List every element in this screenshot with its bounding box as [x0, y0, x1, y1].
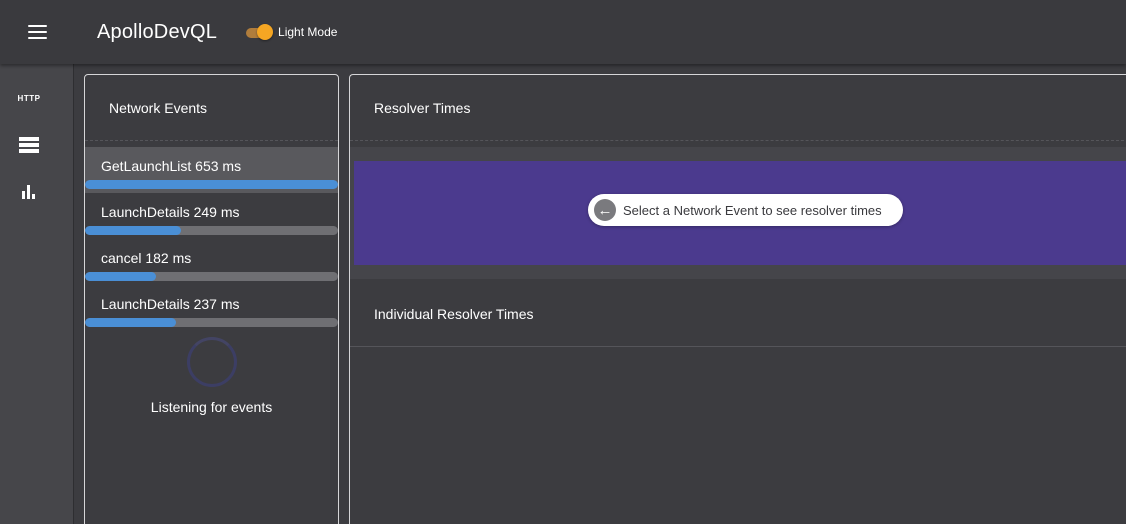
menu-icon: [27, 25, 47, 39]
duration-bar: [85, 318, 338, 327]
bar-chart-icon: [22, 185, 36, 199]
sidebar-item-charts[interactable]: [0, 172, 58, 212]
network-event-item[interactable]: cancel 182 ms: [85, 239, 338, 285]
resolver-times-body: ← Select a Network Event to see resolver…: [350, 147, 1126, 279]
light-mode-label: Light Mode: [278, 25, 338, 39]
duration-bar: [85, 272, 338, 281]
resolver-banner: ← Select a Network Event to see resolver…: [354, 161, 1126, 265]
listening-status: Listening for events: [85, 337, 338, 415]
duration-bar: [85, 226, 338, 235]
http-text-icon: HTTP: [17, 93, 41, 103]
network-event-label: LaunchDetails 237 ms: [101, 296, 240, 312]
server-list-icon: [19, 137, 39, 153]
duration-bar-fill: [85, 226, 182, 235]
event-list: GetLaunchList 653 ms LaunchDetails 249 ms…: [85, 147, 338, 331]
resolver-times-panel: Resolver Times ← Select a Network Event …: [349, 74, 1126, 524]
network-event-label: GetLaunchList 653 ms: [101, 158, 242, 174]
arrow-left-icon: ←: [594, 199, 616, 221]
sidebar-item-servers[interactable]: [0, 125, 58, 165]
menu-button[interactable]: [0, 0, 74, 64]
duration-bar-fill: [85, 180, 338, 189]
network-events-panel: Network Events GetLaunchList 653 ms Launc…: [84, 74, 339, 524]
light-mode-toggle[interactable]: Light Mode: [244, 23, 337, 41]
duration-bar-fill: [85, 318, 177, 327]
toggle-switch[interactable]: [244, 23, 274, 41]
network-events-title: Network Events: [85, 75, 338, 141]
network-event-item[interactable]: LaunchDetails 237 ms: [85, 285, 338, 331]
app-title: ApolloDevQL: [97, 20, 218, 43]
network-event-label: cancel 182 ms: [101, 250, 192, 266]
sidebar-rail: HTTP: [0, 64, 74, 524]
duration-bar: [85, 180, 338, 189]
network-event-item[interactable]: LaunchDetails 249 ms: [85, 193, 338, 239]
individual-resolver-times-title: Individual Resolver Times: [350, 281, 1126, 347]
app-bar: ApolloDevQL Light Mode: [0, 0, 1126, 64]
sidebar-item-http[interactable]: HTTP: [0, 78, 58, 118]
select-event-hint-text: Select a Network Event to see resolver t…: [623, 202, 882, 218]
select-event-hint: ← Select a Network Event to see resolver…: [588, 194, 903, 226]
duration-bar-fill: [85, 272, 156, 281]
network-event-label: LaunchDetails 249 ms: [101, 204, 240, 220]
resolver-times-title: Resolver Times: [350, 75, 1126, 141]
listening-text: Listening for events: [150, 399, 273, 415]
loading-spinner-icon: [186, 337, 237, 387]
network-event-item[interactable]: GetLaunchList 653 ms: [85, 147, 338, 193]
